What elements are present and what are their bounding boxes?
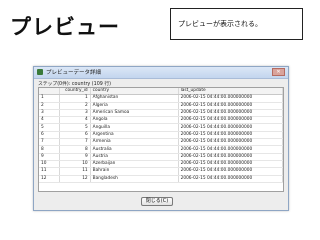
last-update-cell[interactable]: 2006-02-15 04:44:00.000000000 [178,138,283,147]
column-header-country-id[interactable]: country_id [59,88,91,96]
last-update-cell[interactable]: 2006-02-15 04:44:00.000000000 [178,123,283,132]
country-id-cell[interactable]: 11 [59,167,91,176]
last-update-cell[interactable]: 2006-02-15 04:44:00.000000000 [178,175,283,183]
table-row[interactable]: 7 7 Armenia 2006-02-15 04:44:00.000000000 [39,138,283,147]
country-cell[interactable]: Angola [90,116,179,125]
table-header-row: country_id country last_update [39,88,283,96]
row-number-cell[interactable]: 8 [39,145,60,154]
country-id-cell[interactable]: 9 [59,153,91,161]
country-id-cell[interactable]: 4 [59,116,91,125]
last-update-cell[interactable]: 2006-02-15 04:44:00.000000000 [178,109,283,118]
row-number-cell[interactable]: 9 [39,153,60,161]
country-cell[interactable]: Australia [90,145,179,154]
table-row[interactable]: 12 12 Bangladesh 2006-02-15 04:44:00.000000… [39,175,283,183]
row-number-cell[interactable]: 3 [39,109,60,118]
last-update-cell[interactable]: 2006-02-15 04:44:00.000000000 [178,153,283,161]
country-cell[interactable]: Argentina [90,131,179,140]
table-row[interactable]: 2 2 Algeria 2006-02-15 04:44:00.000000000 [39,102,283,110]
table-row[interactable]: 11 11 Bahrain 2006-02-15 04:44:00.000000000 [39,167,283,176]
table-row[interactable]: 9 9 Austria 2006-02-15 04:44:00.000000000 [39,153,283,161]
row-number-cell[interactable]: 1 [39,94,60,103]
last-update-cell[interactable]: 2006-02-15 04:44:00.000000000 [178,160,283,169]
table-row[interactable]: 5 5 Anguilla 2006-02-15 04:44:00.000000000 [39,123,283,132]
row-number-cell[interactable]: 6 [39,131,60,140]
country-id-cell[interactable]: 3 [59,109,91,118]
preview-grid[interactable]: country_id country last_update 1 1 Afghani… [38,87,284,192]
country-id-cell[interactable]: 7 [59,138,91,147]
country-id-cell[interactable]: 2 [59,102,91,110]
close-icon[interactable]: ✕ [272,68,285,76]
row-number-cell[interactable]: 2 [39,102,60,110]
country-cell[interactable]: Algeria [90,102,179,110]
last-update-cell[interactable]: 2006-02-15 04:44:00.000000000 [178,102,283,110]
row-number-cell[interactable]: 12 [39,175,60,183]
close-button[interactable]: 閉じる(C) [141,197,173,206]
country-id-cell[interactable]: 8 [59,145,91,154]
country-cell[interactable]: Azerbaijan [90,160,179,169]
column-header-rownum[interactable] [39,88,60,96]
last-update-cell[interactable]: 2006-02-15 04:44:00.000000000 [178,116,283,125]
last-update-cell[interactable]: 2006-02-15 04:44:00.000000000 [178,145,283,154]
row-number-cell[interactable]: 5 [39,123,60,132]
app-icon [37,69,43,75]
country-cell[interactable]: Anguilla [90,123,179,132]
last-update-cell[interactable]: 2006-02-15 04:44:00.000000000 [178,94,283,103]
window-title: プレビューデータ詳細 [46,70,102,76]
preview-table: country_id country last_update 1 1 Afghani… [39,88,283,183]
preview-window: プレビューデータ詳細 ✕ ステップ(0件): country (109 行) c… [33,66,289,211]
country-cell[interactable]: Armenia [90,138,179,147]
country-cell[interactable]: American Samoa [90,109,179,118]
table-row[interactable]: 10 10 Azerbaijan 2006-02-15 04:44:00.000000… [39,160,283,169]
row-number-cell[interactable]: 7 [39,138,60,147]
window-titlebar[interactable]: プレビューデータ詳細 ✕ [34,67,288,79]
last-update-cell[interactable]: 2006-02-15 04:44:00.000000000 [178,131,283,140]
column-header-last-update[interactable]: last_update [178,88,283,96]
column-header-country[interactable]: country [90,88,179,96]
country-id-cell[interactable]: 6 [59,131,91,140]
row-number-cell[interactable]: 4 [39,116,60,125]
table-row[interactable]: 3 3 American Samoa 2006-02-15 04:44:00.0000… [39,109,283,118]
callout-box: プレビューが表示される。 [170,8,303,40]
country-id-cell[interactable]: 12 [59,175,91,183]
table-row[interactable]: 6 6 Argentina 2006-02-15 04:44:00.000000000 [39,131,283,140]
table-row[interactable]: 8 8 Australia 2006-02-15 04:44:00.000000000 [39,145,283,154]
slide-title: プレビュー [10,15,120,39]
country-id-cell[interactable]: 10 [59,160,91,169]
last-update-cell[interactable]: 2006-02-15 04:44:00.000000000 [178,167,283,176]
row-number-cell[interactable]: 10 [39,160,60,169]
row-number-cell[interactable]: 11 [39,167,60,176]
country-id-cell[interactable]: 5 [59,123,91,132]
table-row[interactable]: 4 4 Angola 2006-02-15 04:44:00.000000000 [39,116,283,125]
table-row[interactable]: 1 1 Afghanistan 2006-02-15 04:44:00.0000000… [39,94,283,103]
step-info: ステップ(0件): country (109 行) [38,82,112,87]
country-cell[interactable]: Austria [90,153,179,161]
country-cell[interactable]: Afghanistan [90,94,179,103]
country-id-cell[interactable]: 1 [59,94,91,103]
country-cell[interactable]: Bangladesh [90,175,179,183]
country-cell[interactable]: Bahrain [90,167,179,176]
